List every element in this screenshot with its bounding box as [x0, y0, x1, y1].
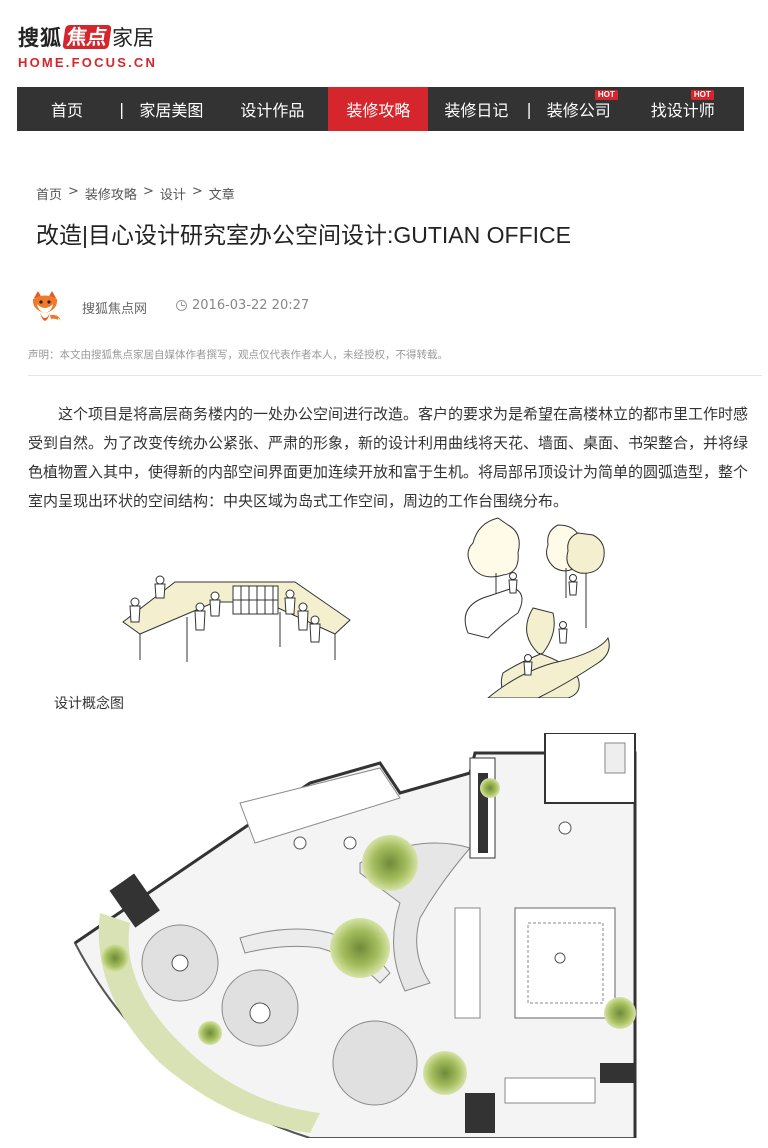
hot-badge: HOT: [594, 90, 618, 100]
nav-item-design-works[interactable]: 设计作品: [216, 87, 328, 131]
nav-item-home[interactable]: 首页: [17, 87, 117, 131]
clock-icon: [176, 300, 187, 311]
hot-badge: HOT: [690, 90, 714, 100]
nav-item-label: 家居美图: [139, 101, 204, 120]
nav-item-label: 装修攻略: [346, 101, 411, 120]
logo-english: HOME.FOCUS.CN: [18, 55, 158, 70]
breadcrumb-renovation-guide[interactable]: 装修攻略: [85, 184, 137, 203]
breadcrumb-separator: >: [142, 184, 154, 199]
breadcrumb-separator: >: [68, 184, 79, 199]
nav-separator: |: [526, 99, 532, 119]
publish-time: 2016-03-22 20:27: [176, 298, 309, 313]
nav-item-renovation-companies[interactable]: 装修公司 HOT: [534, 87, 624, 131]
nav-separator: |: [119, 99, 125, 119]
nav-item-label: 设计作品: [240, 101, 305, 120]
logo-chinese: 搜狐 焦点 家居: [18, 22, 157, 52]
breadcrumb-home[interactable]: 首页: [36, 184, 62, 203]
nav-item-label: 装修公司: [546, 101, 611, 120]
nav-item-renovation-guide[interactable]: 装修攻略: [328, 87, 429, 131]
nav-item-renovation-diary[interactable]: 装修日记: [428, 87, 524, 131]
nav-item-label: 找设计师: [650, 101, 715, 120]
article-title: 改造|目心设计研究室办公空间设计:GUTIAN OFFICE: [36, 222, 571, 248]
concept-sketch-desk: [115, 572, 355, 671]
nav-item-label: 装修日记: [444, 101, 509, 120]
concept-sketch-garden: [458, 513, 618, 702]
nav-item-find-designer[interactable]: 找设计师 HOT: [624, 87, 742, 131]
breadcrumb-design[interactable]: 设计: [160, 184, 186, 203]
main-nav: 首页 | 家居美图 设计作品 装修攻略 装修日记 | 装修公司 HOT 找设计师…: [17, 87, 744, 131]
breadcrumb-separator: >: [191, 184, 203, 199]
breadcrumb: 首页 > 装修攻略 > 设计 > 文章: [36, 184, 235, 203]
nav-item-home-photos[interactable]: 家居美图: [126, 87, 216, 131]
breadcrumb-article[interactable]: 文章: [209, 184, 235, 203]
article-paragraph: 这个项目是将高层商务楼内的一处办公空间进行改造。客户的要求为是希望在高楼林立的都…: [28, 405, 749, 510]
logo-text-home: 家居: [112, 26, 154, 50]
author-name[interactable]: 搜狐焦点网: [82, 298, 147, 317]
fox-avatar-icon[interactable]: [28, 288, 64, 324]
publish-time-text: 2016-03-22 20:27: [192, 298, 310, 313]
nav-item-label: 首页: [50, 101, 83, 120]
floor-plan-image: [60, 732, 645, 1142]
divider: [28, 375, 762, 376]
image-caption: 设计概念图: [54, 696, 124, 712]
copyright-notice: 声明：本文由搜狐焦点家居自媒体作者撰写，观点仅代表作者本人，未经授权，不得转载。: [28, 349, 448, 361]
logo-text-focus: 焦点: [62, 25, 112, 49]
site-logo[interactable]: 搜狐 焦点 家居 HOME.FOCUS.CN: [18, 22, 157, 70]
logo-text-sohu: 搜狐: [18, 26, 62, 50]
